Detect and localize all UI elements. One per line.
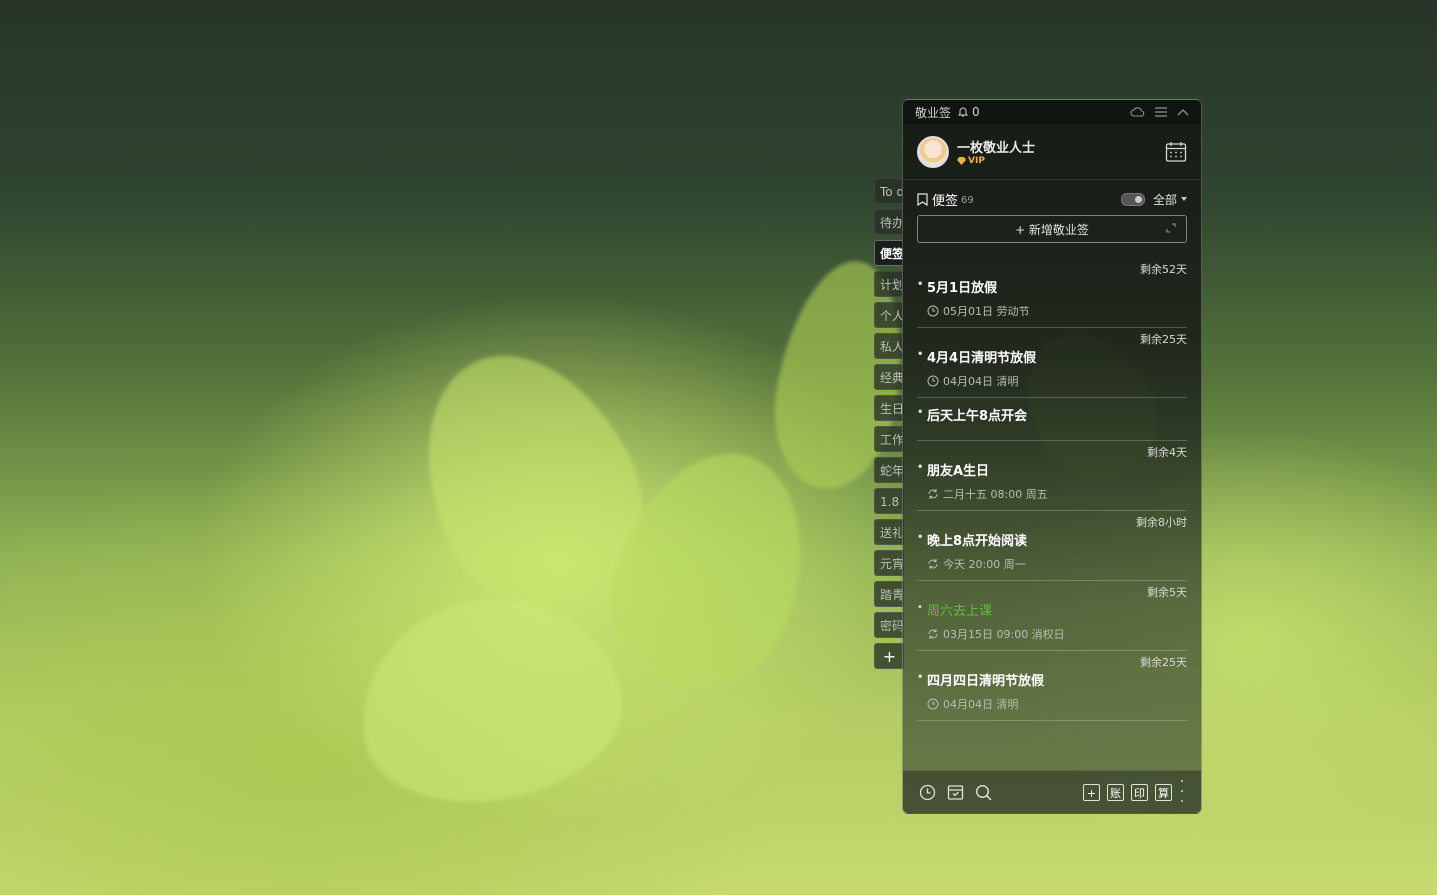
note-title: 5月1日放假 [917,276,1187,298]
repeat-icon [927,488,939,500]
notes-label: 便签 [932,193,959,209]
add-tab-button[interactable]: + [874,643,904,669]
note-item[interactable]: 后天上午8点开会 [917,398,1187,441]
side-tab[interactable]: 送礼 [874,519,904,545]
clock-icon [927,305,939,317]
note-title: 四月四日清明节放假 [917,669,1187,691]
remaining-time: 剩余4天 [1147,446,1187,459]
title-bar: 敬业签 0 [903,100,1201,124]
side-tab[interactable]: To d [874,178,904,204]
note-meta: 03月15日 09:00 消权日 [917,626,1187,642]
side-tab[interactable]: 便签 [874,240,904,266]
note-meta: 04月04日 清明 [917,373,1187,389]
vip-badge: VIP [957,156,1035,166]
filter-label: 全部 [1152,192,1177,207]
note-item[interactable]: 剩余8小时晚上8点开始阅读今天 20:00 周一 [917,511,1187,581]
note-title: 后天上午8点开会 [917,404,1187,426]
filter-dropdown[interactable]: 全部 [1153,191,1187,208]
repeat-icon [927,628,939,640]
note-meta-text: 04月04日 清明 [943,375,1019,388]
notes-count: 69 [961,194,974,206]
note-meta: 04月04日 清明 [917,696,1187,712]
side-tab[interactable]: 工作 [874,426,904,452]
collapse-icon[interactable] [1177,108,1189,116]
note-title: 4月4日清明节放假 [917,346,1187,368]
note-title: 朋友A生日 [917,459,1187,481]
note-meta-text: 05月01日 劳动节 [943,305,1030,318]
menu-icon[interactable] [1155,107,1167,117]
search-icon[interactable] [975,784,992,801]
user-name: 一枚敬业人士 [957,141,1036,156]
note-meta-text: 03月15日 09:00 消权日 [943,628,1065,641]
calculator-button[interactable]: 算 [1155,783,1172,801]
notes-header: 便签 69 全部 [903,180,1201,209]
note-meta-text: 二月十五 08:00 周五 [943,488,1048,501]
chevron-down-icon [1181,197,1187,201]
remaining-time: 剩余5天 [1147,586,1187,599]
side-tab[interactable]: 元宵 [874,550,904,576]
remaining-time: 剩余8小时 [1136,516,1187,529]
new-note-label: + 新增敬业签 [1015,222,1089,237]
side-tab[interactable]: 蛇年 [874,457,904,483]
new-note-button[interactable]: + 新增敬业签 [917,215,1187,243]
avatar[interactable] [917,135,949,168]
note-title: 晚上8点开始阅读 [917,529,1187,551]
note-meta-text: 04月04日 清明 [943,698,1019,711]
account-button[interactable]: 账 [1107,783,1124,801]
clock-icon [927,698,939,710]
note-item[interactable]: 剩余4天朋友A生日二月十五 08:00 周五 [917,441,1187,511]
note-title: 周六去上课 [917,599,1187,621]
note-meta: 二月十五 08:00 周五 [917,486,1187,502]
archive-box-icon[interactable] [947,784,964,801]
notification-count: 0 [972,105,980,119]
remaining-time: 剩余25天 [1140,333,1187,346]
side-tab[interactable]: 待办 [874,209,904,235]
app-title: 敬业签 [915,105,952,120]
remaining-time: 剩余52天 [1140,263,1187,276]
note-item[interactable]: 剩余52天5月1日放假 05月01日 劳动节 [917,258,1187,328]
side-tab[interactable]: 计划 [874,271,904,297]
display-toggle[interactable] [1120,192,1145,206]
diamond-icon [957,157,966,165]
note-item[interactable]: 剩余5天周六去上课 03月15日 09:00 消权日 [917,581,1187,651]
remaining-time: 剩余25天 [1140,656,1187,669]
bell-icon [957,107,969,117]
side-tab[interactable]: 踏青 [874,581,904,607]
side-tab[interactable]: 经典 [874,364,904,390]
print-button[interactable]: 印 [1131,783,1148,801]
side-tab[interactable]: 个人 [874,302,904,328]
background-leaf [344,578,636,822]
reminder-clock-icon[interactable] [919,784,936,801]
side-tab[interactable]: 生日 [874,395,904,421]
expand-icon[interactable] [1166,223,1176,233]
side-tab[interactable]: 1.8 [874,488,904,514]
note-item[interactable]: 剩余25天4月4日清明节放假 04月04日 清明 [917,328,1187,398]
note-meta: 05月01日 劳动节 [917,303,1187,319]
calendar-icon[interactable] [1165,141,1187,163]
bottom-toolbar: + 账印算 · · · [903,770,1201,813]
more-options-icon[interactable]: · · · [1179,775,1185,809]
note-item[interactable]: 剩余25天四月四日清明节放假 04月04日 清明 [917,651,1187,721]
side-tab[interactable]: 密码 [874,612,904,638]
note-meta-text: 今天 20:00 周一 [943,558,1026,571]
notification-button[interactable]: 0 [957,105,980,119]
vip-label: VIP [968,156,985,166]
notes-list: 剩余52天5月1日放假05月01日 劳动节剩余25天4月4日清明节放假04月04… [903,258,1201,769]
note-meta: 今天 20:00 周一 [917,556,1187,572]
add-note-button[interactable]: + [1083,783,1100,801]
bookmark-icon [917,192,928,206]
cloud-sync-icon[interactable] [1130,106,1145,118]
sticky-note-panel: 敬业签 0 一枚敬业人士 VIP 便签 69 全部 + 新增敬业签 剩余52天 … [902,99,1202,814]
user-profile: 一枚敬业人士 VIP [903,124,1201,180]
category-tabs: To d 待办便签计划个人私人经典生日工作蛇年 1.8 送礼元宵踏青密码 + [874,178,904,674]
side-tab[interactable]: 私人 [874,333,904,359]
clock-icon [927,375,939,387]
repeat-icon [927,558,939,570]
